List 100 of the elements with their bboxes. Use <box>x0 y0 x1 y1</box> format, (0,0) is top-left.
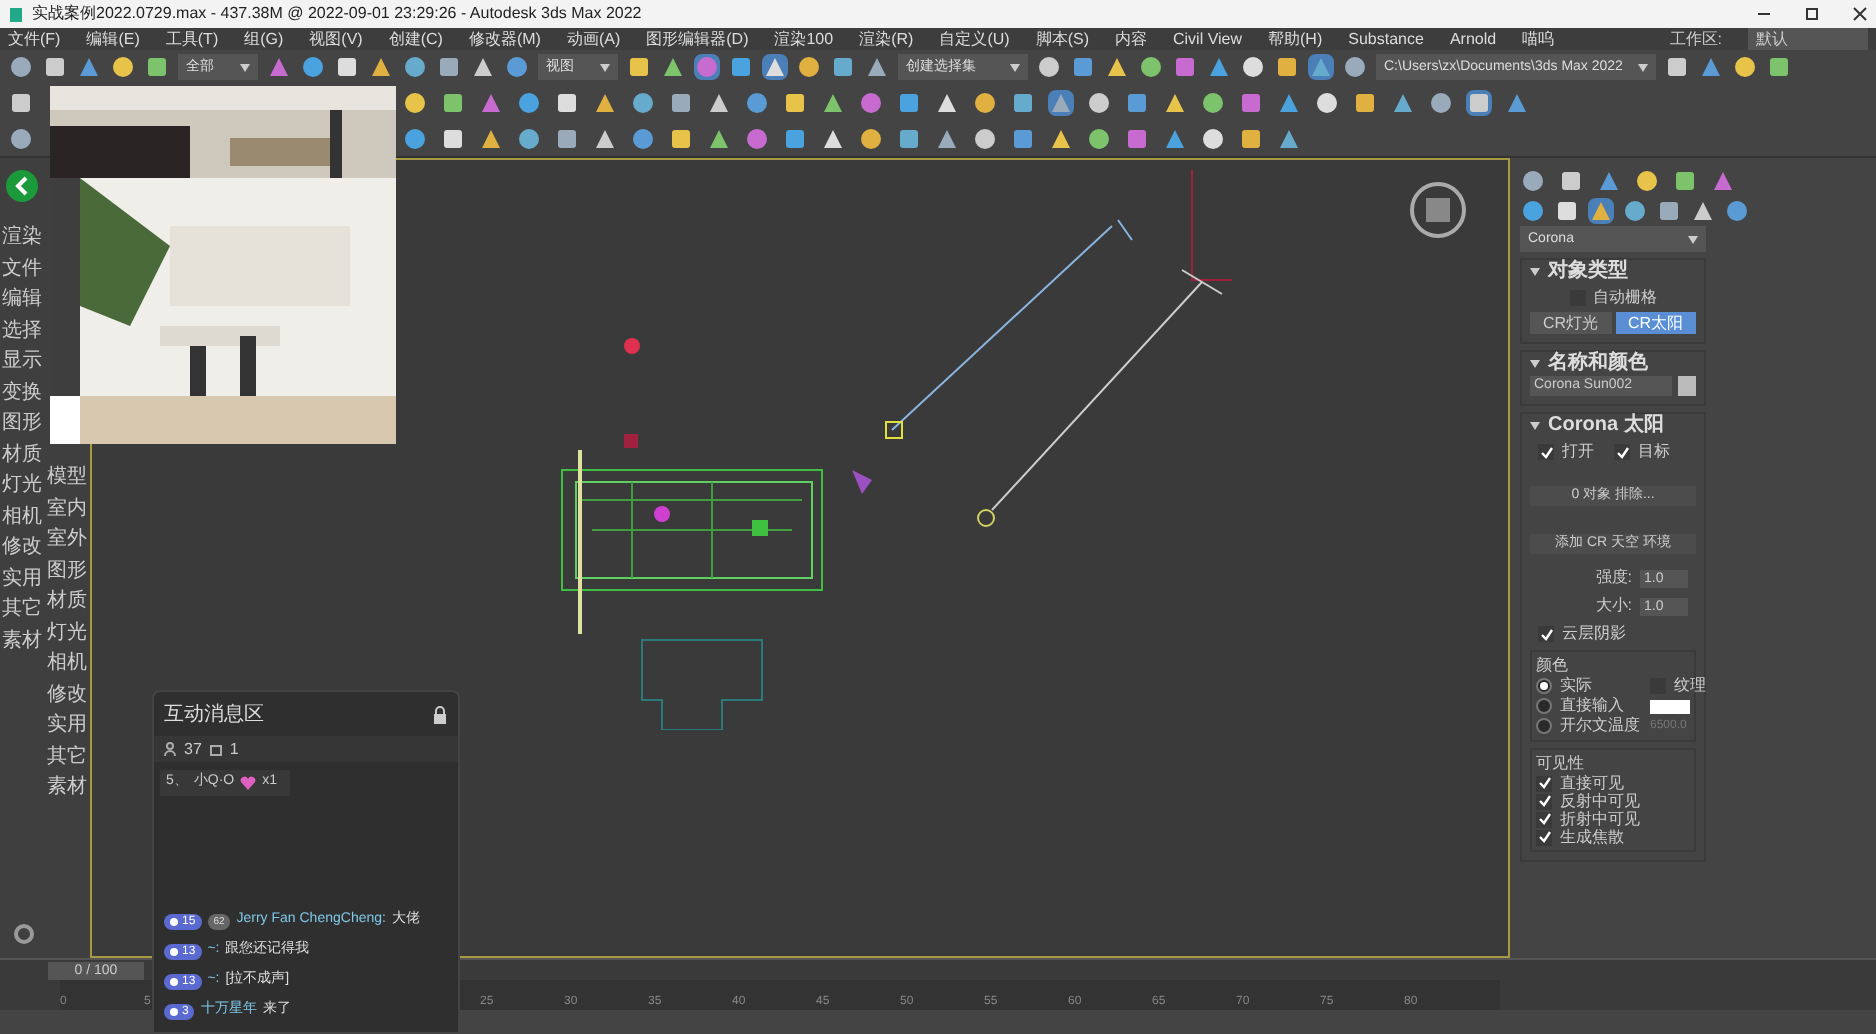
color-swatch[interactable] <box>1650 699 1690 713</box>
toolbar-icon[interactable] <box>1554 197 1580 223</box>
toolbar-icon[interactable] <box>744 125 770 152</box>
checkbox[interactable] <box>1536 829 1552 845</box>
toolbar-icon[interactable] <box>1698 54 1724 81</box>
sidebar-item[interactable]: 素材 <box>47 778 87 799</box>
toolbar-icon[interactable] <box>1588 197 1614 223</box>
toolbar-icon[interactable] <box>660 54 686 81</box>
toolbar-icon[interactable] <box>42 54 68 81</box>
toolbar-icon[interactable] <box>402 54 428 81</box>
sidebar-item[interactable]: 文件 <box>2 259 42 280</box>
sidebar-item[interactable]: 选择 <box>2 321 42 342</box>
toolbar-icon[interactable] <box>76 54 102 81</box>
sidebar-item[interactable]: 室内 <box>47 499 87 520</box>
collapse-icon[interactable] <box>1530 422 1540 430</box>
sidebar-item[interactable]: 模型 <box>47 468 87 489</box>
toolbar-icon[interactable] <box>858 125 884 152</box>
toolbar-icon[interactable] <box>1520 197 1546 223</box>
toolbar-icon[interactable] <box>934 125 960 152</box>
toolbar-icon[interactable] <box>694 54 720 81</box>
sidebar-item[interactable]: 显示 <box>2 352 42 373</box>
radio-button[interactable] <box>1536 698 1552 714</box>
toolbar-icon[interactable] <box>1274 54 1300 81</box>
sidebar-item[interactable]: 相机 <box>2 507 42 528</box>
toolbar-icon[interactable] <box>1086 125 1112 152</box>
menu-item[interactable]: Civil View <box>1172 28 1243 50</box>
menu-item[interactable]: Arnold <box>1449 28 1497 50</box>
toolbar-icon[interactable] <box>1308 54 1334 81</box>
rollout-title[interactable]: Corona 太阳 <box>1548 414 1664 438</box>
checkbox[interactable] <box>1536 793 1552 809</box>
toolbar-icon[interactable] <box>896 90 922 116</box>
viewcube-icon[interactable] <box>1408 180 1468 240</box>
checkbox[interactable] <box>1538 444 1554 460</box>
menu-item[interactable]: 内容 <box>1114 28 1147 50</box>
menu-item[interactable]: 图形编辑器(D) <box>646 28 749 50</box>
sidebar-item[interactable]: 实用 <box>2 569 42 590</box>
toolbar-icon[interactable] <box>1138 54 1164 81</box>
toolbar-icon[interactable] <box>300 54 326 81</box>
close-icon[interactable] <box>1852 6 1868 22</box>
rollout-title[interactable]: 名称和颜色 <box>1548 352 1648 376</box>
menu-item[interactable]: 帮助(H) <box>1268 28 1323 50</box>
toolbar-icon[interactable] <box>1558 167 1584 193</box>
toolbar-icon[interactable] <box>630 90 656 116</box>
toolbar-icon[interactable] <box>554 90 580 116</box>
collapse-icon[interactable] <box>1530 360 1540 368</box>
toolbar-icon[interactable] <box>1466 90 1492 116</box>
toolbar-icon[interactable] <box>1070 54 1096 81</box>
toolbar-icon[interactable] <box>1238 125 1264 152</box>
toolbar-icon[interactable] <box>554 125 580 152</box>
collapse-icon[interactable] <box>1530 268 1540 276</box>
toolbar-icon[interactable] <box>1690 197 1716 223</box>
toolbar-icon[interactable] <box>668 125 694 152</box>
toolbar-icon[interactable] <box>1086 90 1112 116</box>
checkbox[interactable] <box>1538 626 1554 642</box>
toolbar-icon[interactable] <box>1010 90 1036 116</box>
menu-item[interactable]: 自定义(U) <box>939 28 1010 50</box>
sidebar-item[interactable]: 修改 <box>2 538 42 559</box>
toolbar-icon[interactable] <box>630 125 656 152</box>
menu-item[interactable]: 渲染(R) <box>859 28 914 50</box>
toolbar-icon[interactable] <box>402 125 428 152</box>
toolbar-icon[interactable] <box>478 125 504 152</box>
toolbar-icon[interactable] <box>1010 125 1036 152</box>
toolbar-icon[interactable] <box>1162 90 1188 116</box>
sidebar-item[interactable]: 室外 <box>47 530 87 551</box>
toolbar-icon[interactable] <box>762 54 788 81</box>
toolbar-icon[interactable] <box>110 54 136 81</box>
toolbar-icon[interactable] <box>896 125 922 152</box>
sidebar-item[interactable]: 编辑 <box>2 290 42 311</box>
toolbar-icon[interactable] <box>626 54 652 81</box>
sidebar-item[interactable]: 修改 <box>47 685 87 706</box>
toolbar-icon[interactable] <box>1162 125 1188 152</box>
toolbar-icon[interactable] <box>470 54 496 81</box>
toolbar-icon[interactable] <box>1664 54 1690 81</box>
sidebar-item[interactable]: 灯光 <box>47 623 87 644</box>
toolbar-icon[interactable] <box>1276 90 1302 116</box>
toolbar-icon[interactable] <box>1200 125 1226 152</box>
toolbar-icon[interactable] <box>8 125 34 152</box>
toolbar-icon[interactable] <box>516 125 542 152</box>
toolbar-icon[interactable] <box>1048 90 1074 116</box>
menu-item[interactable]: 喵呜 <box>1522 28 1555 50</box>
toolbar-icon[interactable] <box>1520 167 1546 193</box>
toolbar-icon[interactable] <box>1342 54 1368 81</box>
toolbar-icon[interactable] <box>1672 167 1698 193</box>
logo-icon[interactable] <box>6 170 38 202</box>
sidebar-item[interactable]: 实用 <box>47 716 87 737</box>
workspace-dropdown[interactable]: 默认 <box>1748 27 1868 51</box>
toolbar-icon[interactable] <box>728 54 754 81</box>
toolbar-icon[interactable] <box>1124 125 1150 152</box>
menu-item[interactable]: 脚本(S) <box>1035 28 1089 50</box>
toolbar-icon[interactable] <box>1172 54 1198 81</box>
toolbar-icon[interactable] <box>706 125 732 152</box>
toolbar-icon[interactable] <box>820 90 846 116</box>
toolbar-icon[interactable] <box>1036 54 1062 81</box>
toolbar-icon[interactable] <box>1206 54 1232 81</box>
menu-item[interactable]: 修改器(M) <box>468 28 541 50</box>
sidebar-item[interactable]: 灯光 <box>2 476 42 497</box>
sidebar-item[interactable]: 相机 <box>47 654 87 675</box>
checkbox[interactable] <box>1536 775 1552 791</box>
toolbar-icon[interactable] <box>1724 197 1750 223</box>
toolbar-icon[interactable] <box>972 125 998 152</box>
